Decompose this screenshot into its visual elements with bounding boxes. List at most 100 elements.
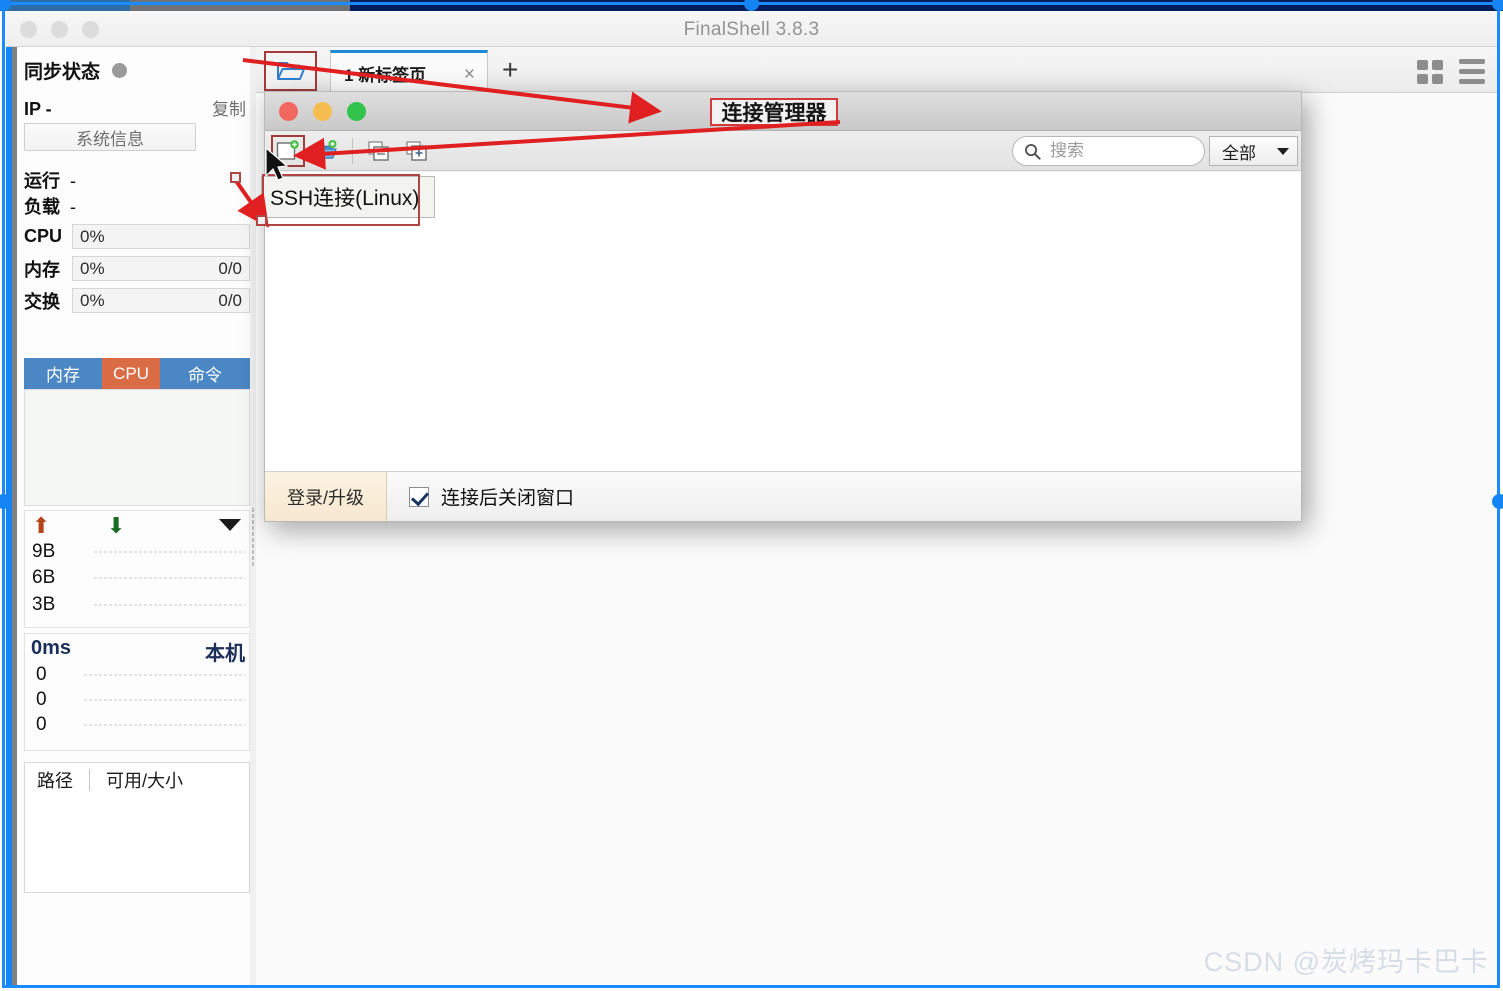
sync-status-label: 同步状态 bbox=[24, 62, 101, 83]
dialog-close-button[interactable] bbox=[279, 102, 298, 121]
watermark: CSDN @炭烤玛卡巴卡 bbox=[1203, 947, 1489, 977]
toolbar-divider bbox=[352, 137, 353, 164]
net-gridline-3 bbox=[93, 604, 245, 606]
copy-connection-button[interactable] bbox=[362, 135, 396, 167]
app-body: 同步状态 IP - 复制 系统信息 运行 - 负载 - CPU 0% 内存 0%… bbox=[6, 47, 1497, 988]
network-graph-panel: ⬆ ⬇ 9B 6B 3B bbox=[24, 510, 250, 628]
network-expand-chevron-down-icon[interactable] bbox=[219, 519, 241, 531]
folder-plus-icon bbox=[313, 139, 337, 159]
ping-y-label-2: 0 bbox=[36, 689, 47, 710]
swap-meter-row: 交换 0% 0/0 bbox=[24, 288, 250, 313]
strip-segment-left bbox=[0, 0, 130, 11]
search-icon bbox=[1025, 143, 1041, 160]
search-input[interactable] bbox=[1050, 141, 1190, 161]
dialog-maximize-button[interactable] bbox=[347, 102, 366, 121]
upload-arrow-icon: ⬆ bbox=[32, 513, 51, 538]
download-arrow-icon: ⬇ bbox=[107, 513, 126, 538]
filter-dropdown-value: 全部 bbox=[1222, 143, 1256, 163]
ping-graph-panel: 0ms 本机 0 0 0 bbox=[24, 633, 250, 751]
strip-segment-right bbox=[350, 0, 1503, 11]
uptime-value: - bbox=[70, 171, 76, 191]
splitter-grip[interactable] bbox=[252, 507, 254, 567]
ping-y-label-1: 0 bbox=[36, 664, 47, 685]
dialog-minimize-button[interactable] bbox=[313, 102, 332, 121]
sync-status-led-icon bbox=[112, 63, 128, 78]
cpu-meter-label: CPU bbox=[24, 226, 63, 246]
memory-detail-panel bbox=[24, 389, 250, 506]
sync-status: 同步状态 bbox=[24, 57, 128, 84]
ping-host-label: 本机 bbox=[205, 643, 245, 665]
tab-cpu[interactable]: CPU bbox=[102, 358, 160, 389]
ping-gridline-2 bbox=[83, 699, 245, 701]
disk-col-size: 可用/大小 bbox=[106, 771, 184, 791]
filter-dropdown[interactable]: 全部 bbox=[1209, 136, 1298, 166]
ip-label: IP - bbox=[24, 99, 52, 119]
cpu-meter-percent: 0% bbox=[80, 226, 105, 246]
net-y-label-2: 6B bbox=[32, 567, 56, 588]
checkbox-checked-icon[interactable] bbox=[409, 486, 429, 507]
tab-new-tab-label: 1 新标签页 bbox=[344, 65, 427, 85]
swap-meter-box: 0% 0/0 bbox=[72, 288, 250, 313]
dialog-window-controls[interactable] bbox=[279, 102, 366, 121]
ping-gridline-1 bbox=[83, 674, 245, 676]
cpu-meter-row: CPU 0% bbox=[24, 224, 250, 249]
uptime-row: 运行 - bbox=[24, 167, 76, 193]
ping-gridline-3 bbox=[83, 724, 245, 726]
net-y-label-1: 9B bbox=[32, 541, 56, 562]
content-area: 1 新标签页 × + 搜索 全部 登录/升级 连接后关闭窗口 bbox=[256, 47, 1497, 988]
copy-icon bbox=[368, 140, 389, 161]
disk-col-path: 路径 bbox=[37, 771, 73, 791]
memory-meter-row: 内存 0% 0/0 bbox=[24, 256, 250, 281]
load-value: - bbox=[70, 197, 76, 217]
swap-meter-detail: 0/0 bbox=[218, 290, 242, 310]
view-mode-controls[interactable] bbox=[1417, 59, 1485, 84]
disk-table-header: 路径 可用/大小 bbox=[25, 763, 249, 797]
open-folder-button[interactable] bbox=[264, 51, 317, 91]
grid-view-icon[interactable] bbox=[1417, 59, 1443, 84]
sidebar: 同步状态 IP - 复制 系统信息 运行 - 负载 - CPU 0% 内存 0%… bbox=[17, 47, 250, 988]
ping-latency-value: 0ms bbox=[31, 637, 72, 659]
search-box[interactable] bbox=[1012, 136, 1205, 166]
connection-manager-dialog: 全部 登录/升级 连接后关闭窗口 bbox=[264, 91, 1302, 522]
swap-meter-label: 交换 bbox=[24, 291, 60, 312]
list-view-icon[interactable] bbox=[1459, 59, 1485, 84]
memory-meter-percent: 0% bbox=[80, 258, 105, 278]
add-connection-button[interactable] bbox=[400, 135, 434, 167]
net-gridline-1 bbox=[93, 551, 245, 553]
cpu-meter-box: 0% bbox=[72, 224, 250, 249]
sidebar-mini-tabs[interactable]: 内存 CPU 命令 bbox=[24, 358, 250, 389]
load-row: 负载 - bbox=[24, 193, 76, 219]
page-title: FinalShell 3.8.3 bbox=[683, 19, 820, 40]
load-label: 负载 bbox=[24, 197, 60, 217]
selection-handle-mid-right[interactable] bbox=[1492, 494, 1503, 509]
memory-meter-box: 0% 0/0 bbox=[72, 256, 250, 281]
annotation-handle-start bbox=[230, 172, 241, 183]
close-after-connect-label: 连接后关闭窗口 bbox=[441, 488, 575, 509]
annotation-connection-manager: 连接管理器 bbox=[710, 98, 838, 126]
strip-segment-mid bbox=[130, 0, 350, 11]
add-tab-button[interactable]: + bbox=[502, 56, 518, 84]
net-gridline-2 bbox=[93, 577, 245, 579]
annotation-handle-end bbox=[256, 215, 267, 226]
close-icon[interactable]: × bbox=[464, 64, 475, 86]
tab-memory[interactable]: 内存 bbox=[24, 358, 102, 389]
login-upgrade-button[interactable]: 登录/升级 bbox=[265, 472, 387, 521]
window-plus-icon bbox=[406, 140, 427, 161]
tab-new-tab[interactable]: 1 新标签页 × bbox=[330, 50, 488, 93]
tab-command[interactable]: 命令 bbox=[160, 358, 250, 389]
new-folder-button[interactable] bbox=[309, 135, 343, 167]
chevron-down-icon bbox=[1277, 147, 1289, 155]
swap-meter-percent: 0% bbox=[80, 290, 105, 310]
uptime-label: 运行 bbox=[24, 171, 60, 191]
memory-meter-label: 内存 bbox=[24, 259, 60, 280]
close-after-connect-checkbox[interactable]: 连接后关闭窗口 bbox=[409, 483, 574, 510]
net-y-label-3: 3B bbox=[32, 594, 56, 615]
disk-header-divider bbox=[89, 769, 90, 791]
tooltip-ssh-connection: SSH连接(Linux) bbox=[261, 176, 435, 218]
ip-row: IP - 复制 bbox=[24, 95, 246, 120]
system-info-button[interactable]: 系统信息 bbox=[24, 123, 196, 151]
dialog-toolbar: 全部 bbox=[265, 131, 1301, 171]
window-title-bar: FinalShell 3.8.3 bbox=[6, 11, 1497, 47]
copy-ip-button[interactable]: 复制 bbox=[212, 95, 246, 120]
new-ssh-connection-button[interactable] bbox=[271, 134, 305, 167]
